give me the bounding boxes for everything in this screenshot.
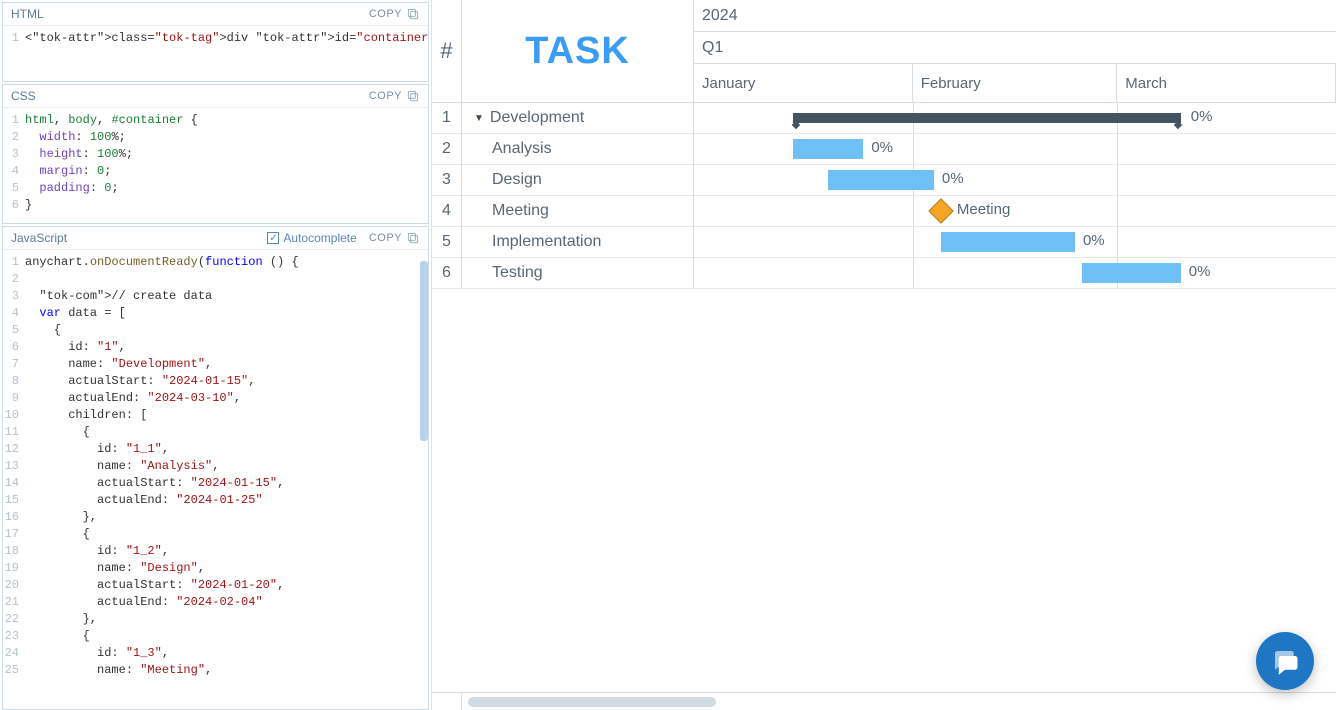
- gantt-row-num: 5: [432, 227, 461, 258]
- gantt-bar-row[interactable]: 0%: [694, 103, 1336, 134]
- gantt-row-num: 6: [432, 258, 461, 289]
- copy-label: COPY: [369, 232, 402, 244]
- copy-button-html[interactable]: COPY: [369, 7, 420, 21]
- gantt-progress-label: 0%: [1191, 108, 1213, 125]
- copy-icon: [406, 89, 420, 103]
- gantt-task-bar[interactable]: [828, 170, 934, 190]
- gantt-task-header: TASK: [462, 0, 693, 103]
- gantt-task-bar[interactable]: [941, 232, 1075, 252]
- autocomplete-toggle[interactable]: ✓ Autocomplete: [267, 231, 356, 245]
- html-panel-header: HTML COPY: [3, 3, 428, 26]
- gantt-task-bar[interactable]: [793, 139, 864, 159]
- caret-down-icon[interactable]: ▼: [474, 113, 484, 124]
- gantt-row-name[interactable]: Implementation: [462, 227, 693, 258]
- gantt-month-header: March: [1117, 64, 1336, 102]
- gantt-row-num: 3: [432, 165, 461, 196]
- gantt-bar-row[interactable]: 0%: [694, 258, 1336, 289]
- gantt-months-header: JanuaryFebruaryMarch: [694, 64, 1336, 103]
- gantt-progress-label: 0%: [942, 170, 964, 187]
- gantt-row-name[interactable]: Meeting: [462, 196, 693, 227]
- gantt-progress-label: 0%: [871, 139, 893, 156]
- gantt-month-header: February: [913, 64, 1118, 102]
- autocomplete-label: Autocomplete: [283, 231, 356, 245]
- gantt-bar-row[interactable]: 0%: [694, 227, 1336, 258]
- gantt-h-scrollbar[interactable]: [432, 692, 1336, 710]
- copy-label: COPY: [369, 8, 402, 20]
- preview-pane: # TASK 2024 Q1 JanuaryFebruaryMarch 1234…: [432, 0, 1336, 710]
- gantt-row-name[interactable]: Design: [462, 165, 693, 196]
- gantt-progress-label: 0%: [1189, 263, 1211, 280]
- checkbox-icon: ✓: [267, 232, 279, 244]
- gantt-row-num: 1: [432, 103, 461, 134]
- js-panel-header: JavaScript ✓ Autocomplete COPY: [3, 227, 428, 250]
- gantt-row-name[interactable]: ▼Development: [462, 103, 693, 134]
- gantt-quarter-header: Q1: [694, 32, 1336, 64]
- copy-label: COPY: [369, 90, 402, 102]
- css-panel: CSS COPY 1html, body, #container {2 widt…: [2, 84, 429, 224]
- css-code-editor[interactable]: 1html, body, #container {2 width: 100%;3…: [3, 108, 428, 218]
- gantt-row-num: 2: [432, 134, 461, 165]
- chat-fab[interactable]: [1256, 632, 1314, 690]
- gantt-milestone-icon[interactable]: [928, 198, 953, 223]
- gantt-task-bar[interactable]: [1082, 263, 1181, 283]
- html-code-editor[interactable]: 1<"tok-attr">class="tok-tag">div "tok-at…: [3, 26, 428, 51]
- js-scrollbar[interactable]: [420, 261, 428, 681]
- gantt-chart[interactable]: # TASK 2024 Q1 JanuaryFebruaryMarch 1234…: [432, 0, 1336, 710]
- gantt-parent-bar[interactable]: [793, 113, 1181, 123]
- gantt-year-header: 2024: [694, 0, 1336, 32]
- chat-icon: [1270, 646, 1300, 676]
- gantt-row-num: 4: [432, 196, 461, 227]
- js-panel: JavaScript ✓ Autocomplete COPY 1anychart…: [2, 226, 429, 710]
- gantt-progress-label: 0%: [1083, 232, 1105, 249]
- html-panel-title: HTML: [11, 7, 44, 21]
- gantt-bar-row[interactable]: Meeting: [694, 196, 1336, 227]
- js-code-editor[interactable]: 1anychart.onDocumentReady(function () {2…: [3, 250, 428, 683]
- gantt-milestone-label: Meeting: [957, 201, 1010, 218]
- copy-icon: [406, 7, 420, 21]
- gantt-row-name[interactable]: Testing: [462, 258, 693, 289]
- editor-sidebar: HTML COPY 1<"tok-attr">class="tok-tag">d…: [0, 0, 432, 710]
- gantt-row-name[interactable]: Analysis: [462, 134, 693, 165]
- css-panel-header: CSS COPY: [3, 85, 428, 108]
- gantt-num-header: #: [432, 0, 461, 103]
- copy-button-js[interactable]: COPY: [369, 231, 420, 245]
- gantt-bar-row[interactable]: 0%: [694, 134, 1336, 165]
- copy-icon: [406, 231, 420, 245]
- gantt-bar-row[interactable]: 0%: [694, 165, 1336, 196]
- gantt-month-header: January: [694, 64, 913, 102]
- html-panel: HTML COPY 1<"tok-attr">class="tok-tag">d…: [2, 2, 429, 82]
- css-panel-title: CSS: [11, 89, 36, 103]
- js-panel-title: JavaScript: [11, 231, 67, 245]
- copy-button-css[interactable]: COPY: [369, 89, 420, 103]
